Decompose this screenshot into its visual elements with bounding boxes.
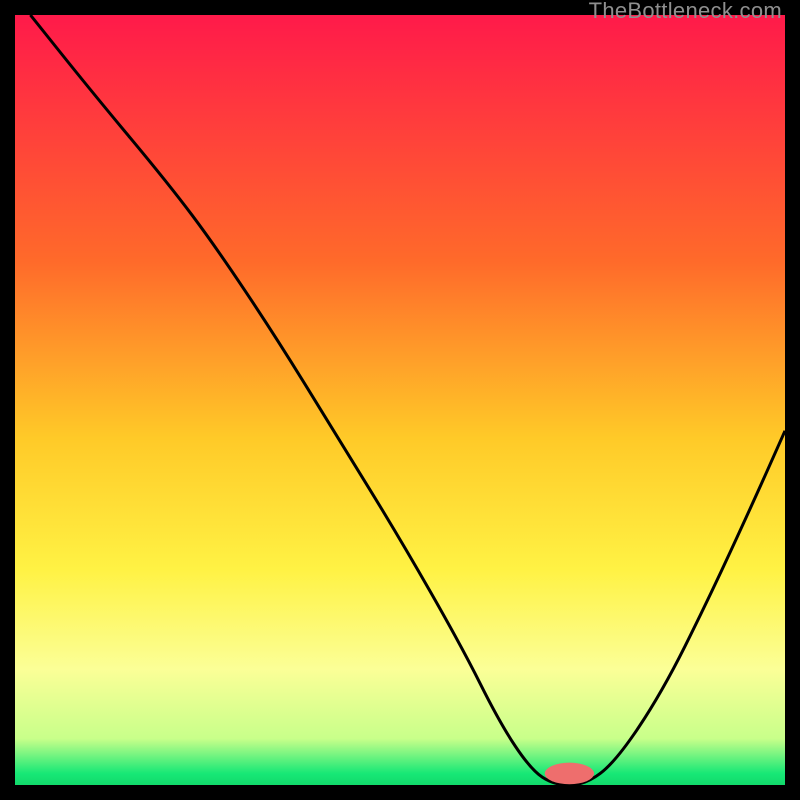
- optimal-marker: [545, 763, 594, 785]
- chart-svg: [15, 15, 785, 785]
- watermark-text: TheBottleneck.com: [589, 0, 782, 24]
- chart-frame: [15, 15, 785, 785]
- heatmap-background: [15, 15, 785, 785]
